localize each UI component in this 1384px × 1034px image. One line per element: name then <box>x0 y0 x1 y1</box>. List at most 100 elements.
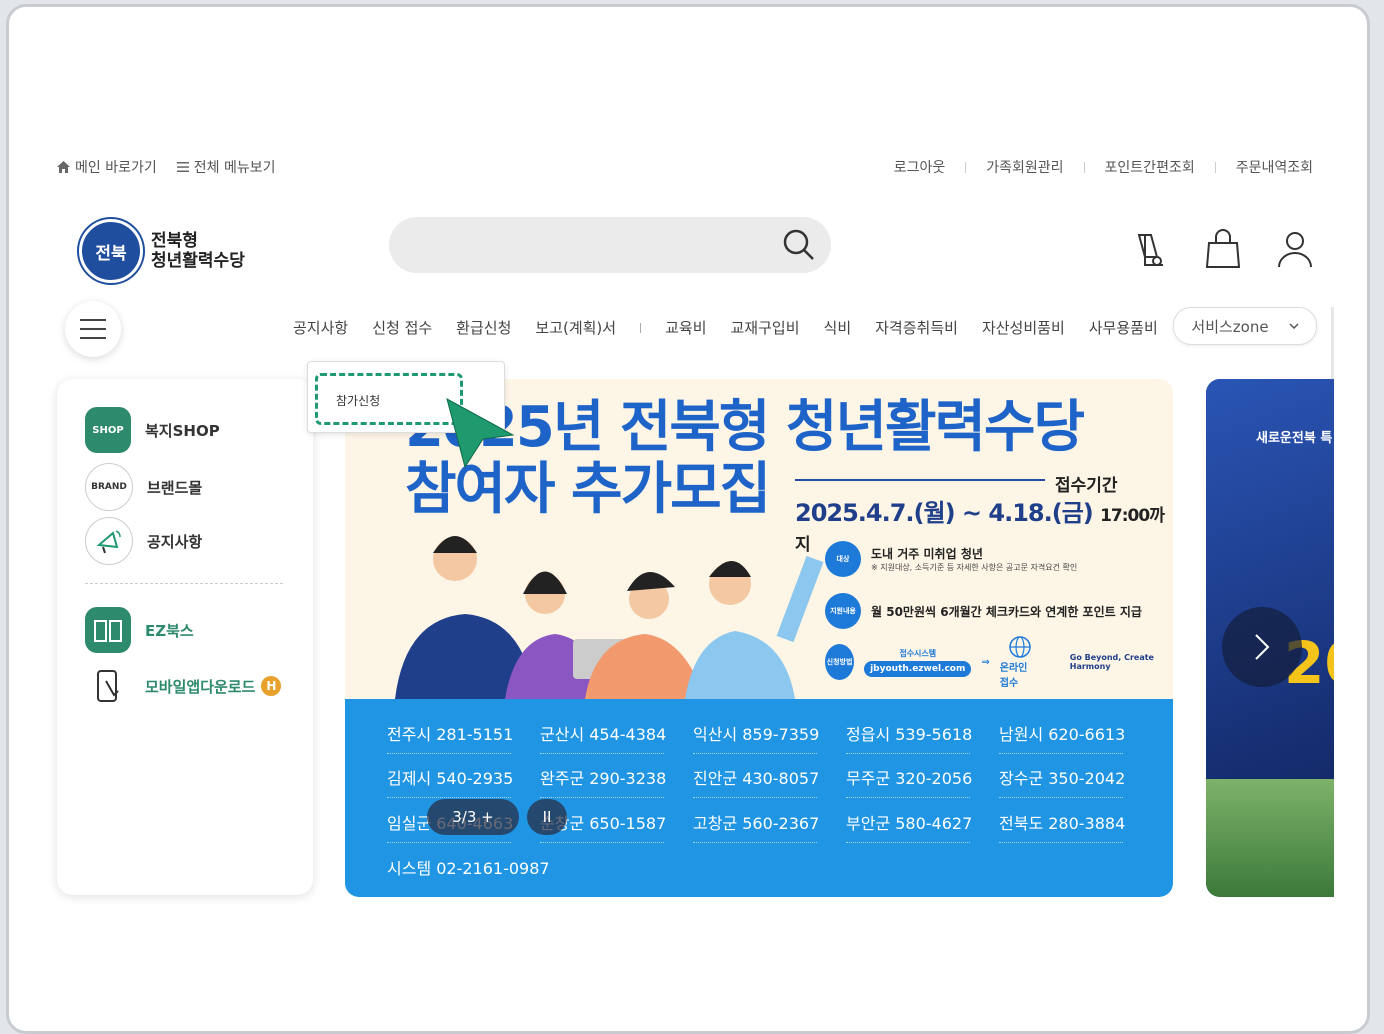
contact-cell: 남원시 620-6613 <box>999 721 1125 754</box>
sidebar-item-welfare-shop[interactable]: SHOP 복지SHOP <box>85 407 220 453</box>
chevron-down-icon <box>1289 323 1299 329</box>
slide-pager[interactable]: 3/3 + <box>427 799 519 835</box>
contact-cell: 고창군 560-2367 <box>693 810 819 843</box>
info-tag: 대상 <box>825 541 861 577</box>
nav-office[interactable]: 사무용품비 <box>1089 317 1158 338</box>
delivery-icon[interactable] <box>1133 227 1173 271</box>
app-badge: H <box>261 676 282 696</box>
info-sub: ※ 지원대상, 소득기준 등 자세한 사항은 공고문 자격요건 확인 <box>871 563 1078 572</box>
all-menu-label: 전체 메뉴보기 <box>193 160 276 176</box>
nav-asset[interactable]: 자산성비품비 <box>982 317 1065 338</box>
book-icon <box>85 607 131 653</box>
home-icon <box>57 161 70 173</box>
divider <box>1083 161 1085 173</box>
cart-bag-icon[interactable] <box>1203 227 1243 271</box>
info-target: 대상 도내 거주 미취업 청년 ※ 지원대상, 소득기준 등 자세한 사항은 공고… <box>825 541 1077 577</box>
sidebar-item-mobile-app[interactable]: 모바일앱다운로드 H <box>85 663 282 709</box>
home-link[interactable]: 메인 바로가기 <box>57 157 157 177</box>
hamburger-icon <box>80 319 106 339</box>
sidebar-divider <box>85 583 283 584</box>
period-line <box>795 479 1045 481</box>
info-support: 지원내용 월 50만원씩 6개월간 체크카드와 연계한 포인트 지급 <box>825 593 1142 629</box>
brand-mall-icon: BRAND <box>85 463 133 511</box>
arrow-icon: ⇒ <box>981 656 990 668</box>
orders-link[interactable]: 주문내역조회 <box>1236 157 1313 177</box>
service-zone-select[interactable]: 서비스zone <box>1173 307 1317 345</box>
sidebar-item-label: 브랜드몰 <box>147 478 203 497</box>
sidebar-item-label: 공지사항 <box>147 532 203 551</box>
info-text: 도내 거주 미취업 청년 <box>871 547 983 561</box>
contact-cell: 정읍시 539-5618 <box>846 721 972 754</box>
search-icon[interactable] <box>781 227 817 263</box>
nav-meal[interactable]: 식비 <box>824 317 852 338</box>
nav-report[interactable]: 보고(계획)서 <box>535 317 616 338</box>
search-input[interactable] <box>413 217 787 275</box>
menu-button[interactable] <box>65 301 121 357</box>
contact-cell: 시스템 02-2161-0987 <box>387 859 550 878</box>
globe-icon <box>1009 636 1031 658</box>
next-banner-text: 새로운전북 특 <box>1256 431 1333 446</box>
logo-seal: 전북 <box>79 219 143 283</box>
service-zone-label: 서비스zone <box>1191 317 1269 336</box>
logout-link[interactable]: 로그아웃 <box>894 157 946 177</box>
contact-cell: 진안군 430-8057 <box>693 765 819 798</box>
divider <box>1214 161 1216 173</box>
shop-icon-text: SHOP <box>92 424 124 436</box>
logo-text: 전북형 청년활력수당 <box>151 231 245 271</box>
period-dates-text: 2025.4.7.(월) ~ 4.18.(금) <box>795 499 1094 527</box>
nav-refund[interactable]: 환급신청 <box>456 317 511 338</box>
site-url: jbyouth.ezwel.com <box>864 660 972 677</box>
sidebar-item-notice[interactable]: 공지사항 <box>85 517 202 565</box>
logo-line1: 전북형 <box>151 231 198 251</box>
contact-cell: 익산시 859-7359 <box>693 721 819 754</box>
sidebar-item-brand-mall[interactable]: BRAND 브랜드몰 <box>85 463 202 511</box>
info-method: 신청방법 접수시스템 jbyouth.ezwel.com ⇒ 온라인 접수 Go… <box>825 635 1173 689</box>
slogan: Go Beyond, Create Harmony <box>1069 653 1154 671</box>
nav-certificate[interactable]: 자격증취득비 <box>875 317 958 338</box>
chevron-right-icon <box>1255 634 1270 660</box>
nav-textbook[interactable]: 교재구입비 <box>731 317 800 338</box>
sidebar-item-ez-books[interactable]: EZ북스 <box>85 607 194 653</box>
utility-right: 로그아웃 가족회원관리 포인트간편조회 주문내역조회 <box>894 157 1313 177</box>
info-text: 월 50만원씩 6개월간 체크카드와 연계한 포인트 지급 <box>871 604 1142 619</box>
info-tag: 지원내용 <box>825 593 861 629</box>
landscape-graphic <box>1206 779 1334 897</box>
nav-application[interactable]: 신청 접수 <box>372 317 432 338</box>
nav-education[interactable]: 교육비 <box>665 317 706 338</box>
divider <box>965 161 967 173</box>
contact-cell: 장수군 350-2042 <box>999 765 1125 798</box>
user-icon[interactable] <box>1275 227 1315 271</box>
scrollbar[interactable] <box>1331 307 1334 387</box>
points-link[interactable]: 포인트간편조회 <box>1105 157 1195 177</box>
info-tag: 신청방법 <box>825 644 855 680</box>
contact-cell: 무주군 320-2056 <box>846 765 972 798</box>
contact-cell: 부안군 580-4627 <box>846 810 972 843</box>
megaphone-icon <box>85 517 133 565</box>
pause-button[interactable]: II <box>527 799 567 835</box>
shop-icon: SHOP <box>85 407 131 453</box>
contact-panel: 전주시 281-5151 군산시 454-4384 익산시 859-7359 정… <box>345 699 1173 897</box>
sidebar-item-label: 모바일앱다운로드 <box>145 677 256 696</box>
mobile-download-icon <box>85 663 131 709</box>
contact-cell: 군산시 454-4384 <box>540 721 666 754</box>
all-menu-link[interactable]: 전체 메뉴보기 <box>176 157 276 177</box>
contact-cell: 전북도 280-3884 <box>999 810 1125 843</box>
sidebar-item-label: EZ북스 <box>145 621 194 640</box>
hamburger-small-icon <box>176 162 189 172</box>
main-nav: 공지사항 신청 접수 환급신청 보고(계획)서 교육비 교재구입비 식비 자격증… <box>293 317 1182 338</box>
search-bar <box>389 217 831 275</box>
quick-sidebar: SHOP 복지SHOP BRAND 브랜드몰 공지사항 EZ북스 모바일앱다운로… <box>57 379 313 895</box>
next-banner[interactable]: 새로운전북 특 20 <box>1206 379 1334 897</box>
family-link[interactable]: 가족회원관리 <box>986 157 1063 177</box>
site-label: 접수시스템 <box>899 648 937 658</box>
app-frame: 메인 바로가기 전체 메뉴보기 로그아웃 가족회원관리 포인트간편조회 주문내역… <box>6 4 1370 1034</box>
nav-notice[interactable]: 공지사항 <box>293 317 348 338</box>
cursor-pointer-icon <box>446 398 515 469</box>
contact-cell: 김제시 540-2935 <box>387 765 513 798</box>
utility-left: 메인 바로가기 전체 메뉴보기 <box>57 157 275 177</box>
site-logo[interactable]: 전북 전북형 청년활력수당 <box>79 219 245 283</box>
logo-line2: 청년활력수당 <box>151 251 245 271</box>
logo-seal-text: 전북 <box>95 243 127 264</box>
next-slide-button[interactable] <box>1222 607 1302 687</box>
home-link-label: 메인 바로가기 <box>75 160 157 176</box>
